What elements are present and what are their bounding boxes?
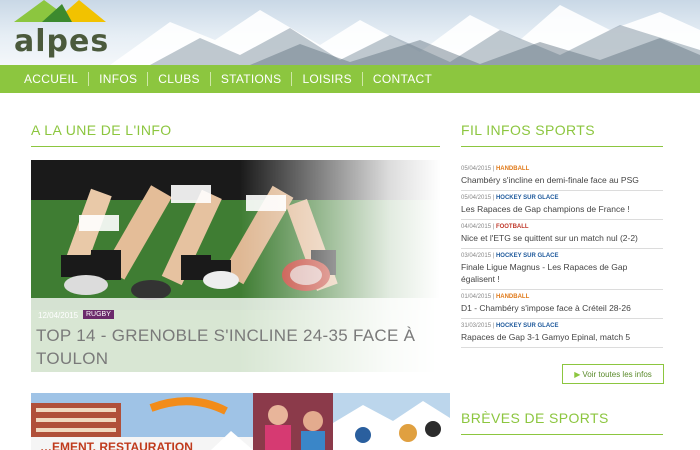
play-arrow-icon: ▶	[574, 369, 581, 379]
list-item[interactable]: 05/04/2015 | HANDBALL Chambéry s'incline…	[461, 162, 663, 191]
news-title[interactable]: Rapaces de Gap 3-1 Gamyo Epinal, match 5	[461, 331, 663, 343]
news-title[interactable]: D1 - Chambéry s'impose face à Créteil 28…	[461, 302, 663, 314]
news-title[interactable]: Nice et l'ETG se quittent sur un match n…	[461, 232, 663, 244]
news-category: HANDBALL	[495, 166, 530, 172]
thumbnail-caption: …EMENT, RESTAURATION	[40, 440, 193, 450]
news-category: FOOTBALL	[495, 224, 529, 230]
title-divider	[31, 146, 440, 147]
featured-date: 12/04/2015	[38, 311, 79, 320]
ski-image	[333, 393, 450, 450]
logo-text[interactable]: alpes	[14, 24, 109, 59]
news-date: 05/04/2015	[461, 195, 492, 201]
nav-item-contact[interactable]: CONTACT	[363, 72, 442, 86]
news-category: HOCKEY SUR GLACE	[495, 323, 559, 329]
list-item[interactable]: 31/03/2015 | HOCKEY SUR GLACE Rapaces de…	[461, 319, 663, 348]
site-header: alpes	[0, 0, 700, 65]
nav-item-stations[interactable]: STATIONS	[211, 72, 293, 86]
nav-item-clubs[interactable]: CLUBS	[148, 72, 211, 86]
news-title[interactable]: Finale Ligue Magnus - Les Rapaces de Gap…	[461, 261, 663, 285]
section-title-une: A LA UNE DE L'INFO	[31, 122, 172, 138]
news-category: HANDBALL	[495, 294, 530, 300]
nav-item-accueil[interactable]: ACCUEIL	[14, 72, 90, 86]
see-all-news-button[interactable]: ▶ Voir toutes les infos	[562, 364, 664, 384]
news-category: HOCKEY SUR GLACE	[495, 195, 559, 201]
section-title-breves: BRÈVES DE SPORTS	[461, 410, 609, 426]
kids-image	[253, 393, 333, 450]
news-date: 31/03/2015	[461, 323, 492, 329]
main-nav: ACCUEIL INFOS CLUBS STATIONS LOISIRS CON…	[0, 65, 700, 93]
nav-item-loisirs[interactable]: LOISIRS	[292, 72, 363, 86]
list-item[interactable]: 01/04/2015 | HANDBALL D1 - Chambéry s'im…	[461, 290, 663, 319]
news-feed: 05/04/2015 | HANDBALL Chambéry s'incline…	[461, 162, 663, 348]
title-divider	[461, 434, 663, 435]
news-title[interactable]: Les Rapaces de Gap champions de France !	[461, 203, 663, 215]
news-date: 04/04/2015	[461, 224, 492, 230]
thumbnail-ski[interactable]	[333, 393, 450, 450]
nav-item-infos[interactable]: INFOS	[89, 72, 149, 86]
list-item[interactable]: 05/04/2015 | HOCKEY SUR GLACE Les Rapace…	[461, 191, 663, 220]
news-date: 01/04/2015	[461, 294, 492, 300]
news-date: 03/04/2015	[461, 253, 492, 259]
news-category: HOCKEY SUR GLACE	[495, 253, 559, 259]
featured-title[interactable]: TOP 14 - GRENOBLE S'INCLINE 24-35 FACE À…	[36, 324, 426, 370]
list-item[interactable]: 04/04/2015 | FOOTBALL Nice et l'ETG se q…	[461, 220, 663, 249]
featured-category-badge[interactable]: RUGBY	[83, 310, 114, 319]
thumbnail-kids[interactable]	[253, 393, 333, 450]
news-date: 05/04/2015	[461, 166, 492, 172]
news-title[interactable]: Chambéry s'incline en demi-finale face a…	[461, 174, 663, 186]
title-divider	[461, 146, 663, 147]
list-item[interactable]: 03/04/2015 | HOCKEY SUR GLACE Finale Lig…	[461, 249, 663, 290]
see-all-news-label: Voir toutes les infos	[582, 369, 652, 379]
section-title-fil-infos: FIL INFOS SPORTS	[461, 122, 595, 138]
